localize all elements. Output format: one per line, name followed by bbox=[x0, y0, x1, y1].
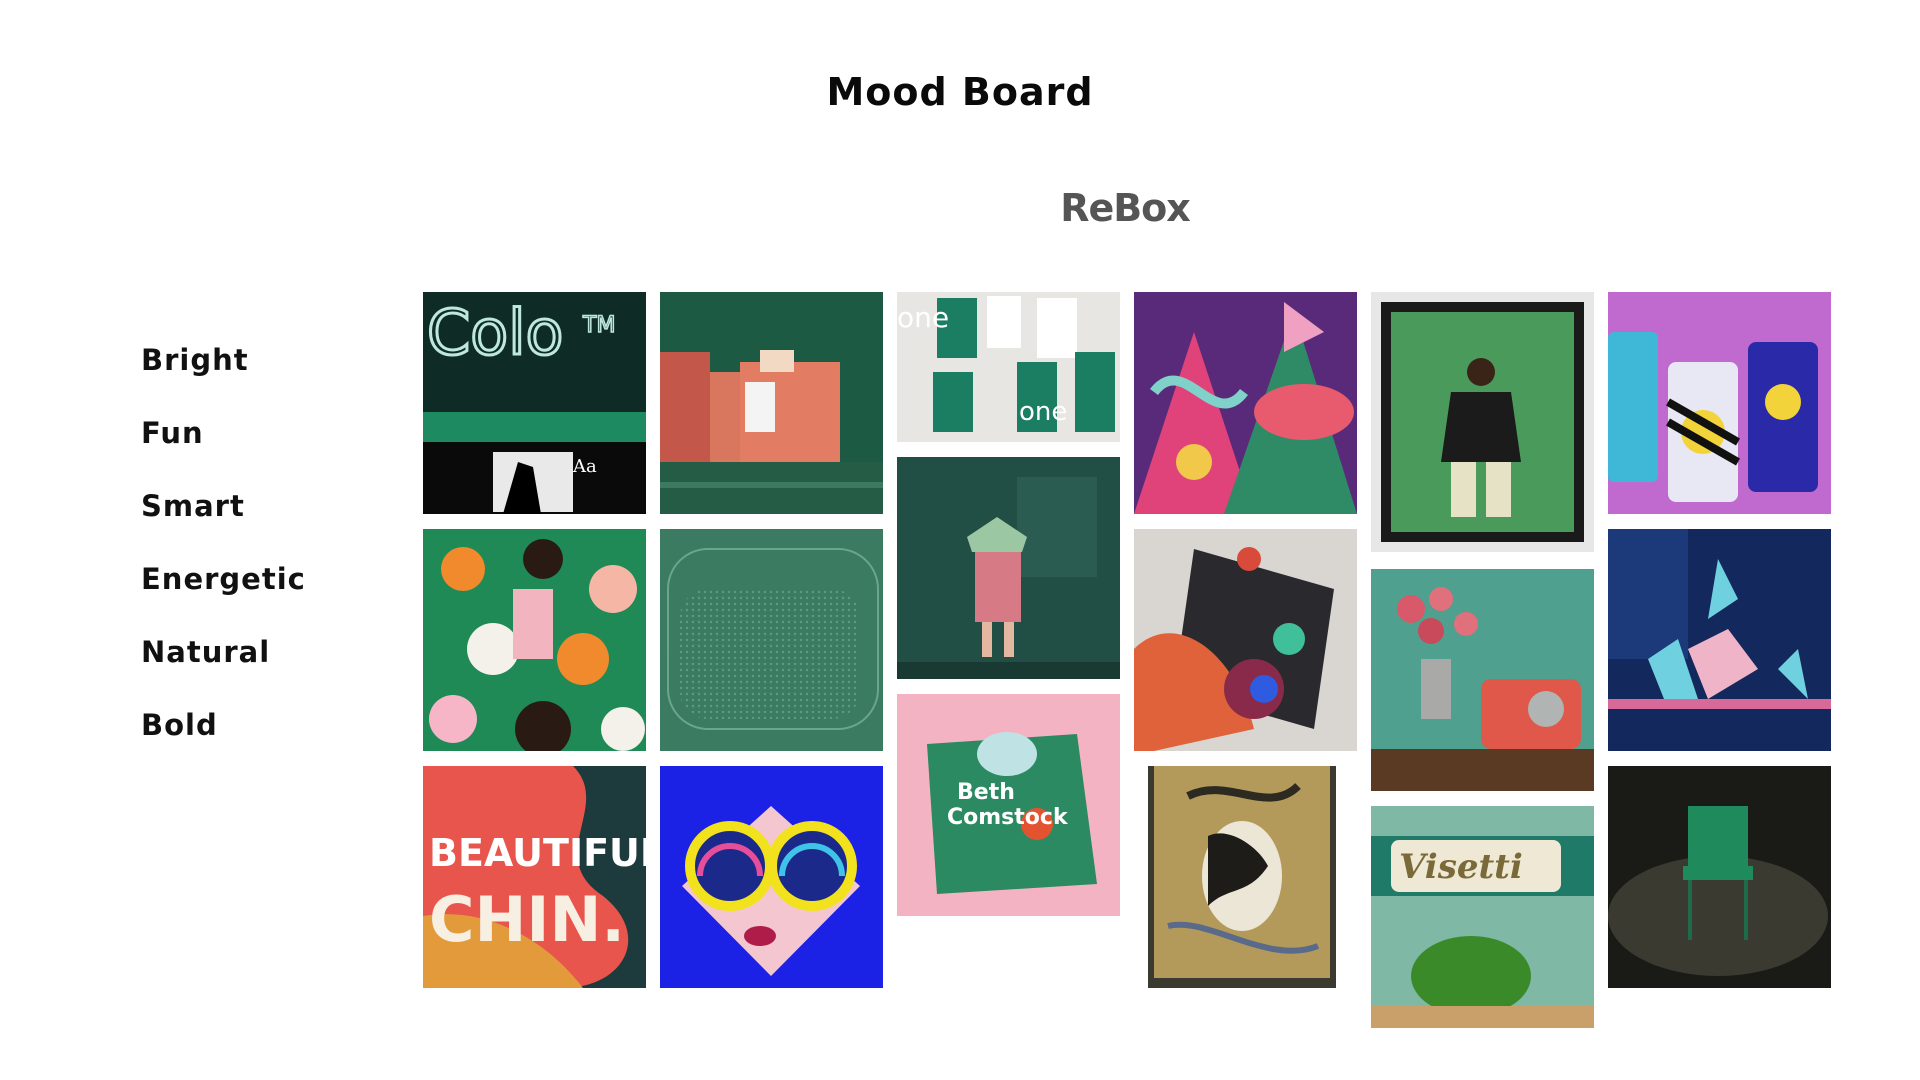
image-lettering: BEAUTIFUL CHIN. bbox=[423, 766, 646, 988]
svg-text:Colo: Colo bbox=[427, 296, 563, 369]
image-stationery: one one bbox=[897, 292, 1120, 442]
svg-text:BEAUTIFUL: BEAUTIFUL bbox=[429, 831, 646, 875]
keyword-list: Bright Fun Smart Energetic Natural Bold bbox=[141, 342, 306, 780]
svg-text:Visetti: Visetti bbox=[1399, 847, 1523, 887]
image-jungle bbox=[1134, 292, 1357, 514]
brand-logo: ReBox bbox=[1060, 186, 1191, 230]
keyword-bright: Bright bbox=[141, 343, 249, 377]
svg-text:one: one bbox=[897, 301, 949, 334]
image-sunglasses bbox=[660, 766, 883, 988]
svg-text:TM: TM bbox=[582, 313, 615, 338]
svg-text:one: one bbox=[1019, 397, 1067, 427]
keyword-natural: Natural bbox=[141, 635, 271, 669]
svg-text:Aa: Aa bbox=[572, 456, 597, 477]
image-colo-sign: Colo TM Aa bbox=[423, 292, 646, 514]
svg-text:Beth: Beth bbox=[957, 780, 1015, 805]
keyword-energetic: Energetic bbox=[141, 562, 306, 596]
keyword-bold: Bold bbox=[141, 708, 218, 742]
image-cans bbox=[1608, 292, 1831, 514]
svg-text:CHIN.: CHIN. bbox=[429, 883, 625, 956]
keyword-fun: Fun bbox=[141, 416, 204, 450]
keyword-smart: Smart bbox=[141, 489, 245, 523]
image-roses-radio bbox=[1371, 569, 1594, 791]
image-crowd bbox=[423, 529, 646, 751]
svg-text:Comstock: Comstock bbox=[947, 805, 1069, 830]
image-green-chair bbox=[1608, 766, 1831, 988]
image-hands-plants bbox=[1608, 529, 1831, 751]
image-portrait-frame bbox=[1371, 292, 1594, 552]
image-visetti: Visetti bbox=[1371, 806, 1594, 1028]
image-speaker-grille bbox=[660, 529, 883, 751]
image-abstract-shapes bbox=[1134, 529, 1357, 751]
image-lampshade-figure bbox=[897, 457, 1120, 679]
image-comstock-book: Beth Comstock bbox=[897, 694, 1120, 916]
image-green-buildings bbox=[660, 292, 883, 514]
page-title: Mood Board bbox=[826, 70, 1094, 114]
image-tapestry bbox=[1148, 766, 1336, 988]
